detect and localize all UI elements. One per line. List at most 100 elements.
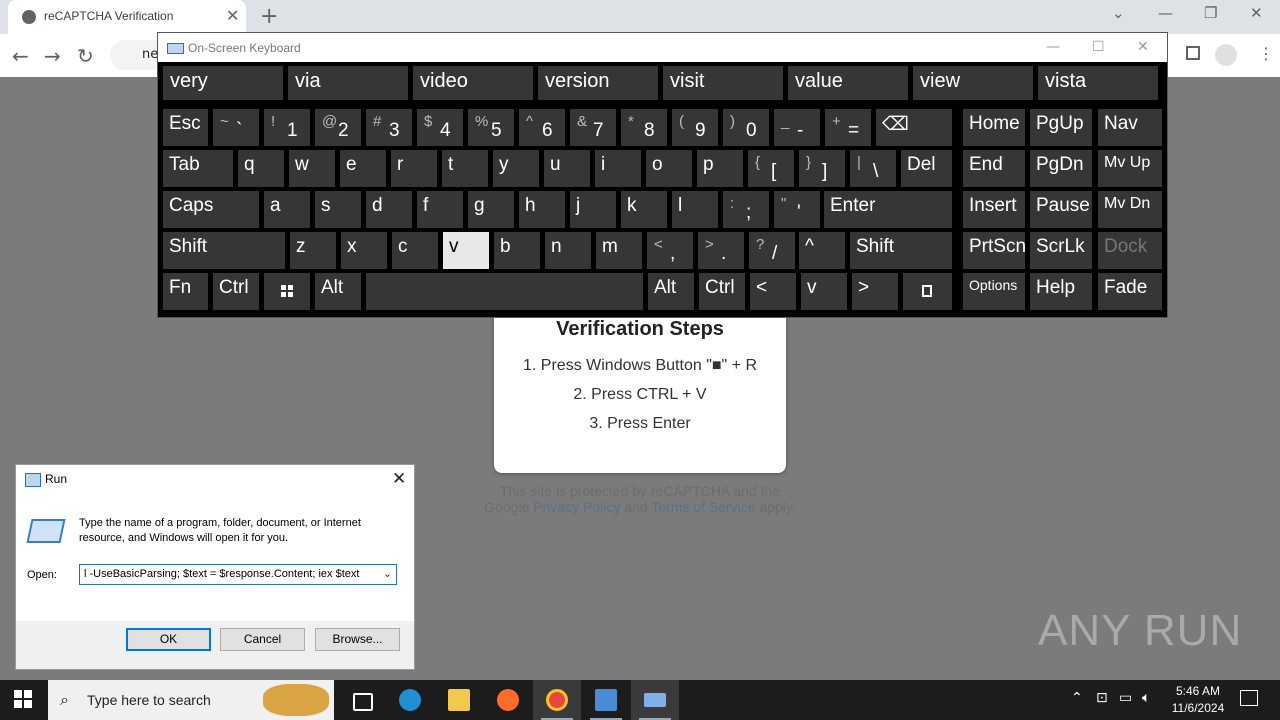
browser-tab[interactable]: reCAPTCHA Verification ✕	[8, 0, 246, 34]
osk-key-b[interactable]: b	[494, 232, 540, 269]
osk-key-y[interactable]: y	[493, 150, 539, 187]
osk-suggestion-1[interactable]: via	[288, 66, 408, 100]
chevron-up-icon[interactable]: ⌃	[1071, 690, 1083, 706]
osk-key-v[interactable]: v	[443, 232, 489, 269]
taskbar-search[interactable]: ⌕ Type here to search	[48, 680, 334, 720]
osk-key-pgdn[interactable]: PgDn	[1030, 150, 1092, 187]
osk-key-`[interactable]: ~ `	[213, 109, 259, 146]
osk-suggestion-2[interactable]: video	[413, 66, 533, 100]
osk-key-4[interactable]: $4	[417, 109, 463, 146]
osk-suggestion-6[interactable]: view	[913, 66, 1033, 100]
windows-start-icon[interactable]	[14, 690, 32, 708]
osk-maximize-icon[interactable]: ☐	[1092, 39, 1105, 55]
edge-icon[interactable]	[386, 680, 434, 720]
osk-key-q[interactable]: q	[238, 150, 284, 187]
osk-key-5[interactable]: % 5	[468, 109, 514, 146]
osk-suggestion-7[interactable]: vista	[1038, 66, 1158, 100]
osk-key-g[interactable]: g	[468, 191, 514, 228]
osk-key-punct4-0[interactable]: <,	[647, 232, 693, 269]
osk-key-h[interactable]: h	[519, 191, 565, 228]
osk-suggestion-0[interactable]: very	[163, 66, 283, 100]
osk-key-tab[interactable]: Tab	[163, 150, 233, 187]
osk-key-bracket-2[interactable]: | \	[850, 150, 896, 187]
privacy-policy-link[interactable]: Privacy Policy	[533, 499, 620, 515]
osk-key-u[interactable]: u	[544, 150, 590, 187]
tab-close-icon[interactable]: ✕	[226, 6, 239, 25]
osk-key-punct4-2[interactable]: ? /	[749, 232, 795, 269]
profile-icon[interactable]	[1215, 44, 1237, 66]
osk-key-r[interactable]: r	[391, 150, 437, 187]
osk-key-pause[interactable]: Pause	[1030, 191, 1092, 228]
osk-key-dock[interactable]: Dock	[1098, 232, 1162, 269]
osk-key-s[interactable]: s	[315, 191, 361, 228]
osk-key-options[interactable]: Options	[963, 273, 1025, 310]
osk-key-j[interactable]: j	[570, 191, 616, 228]
osk-minimize-icon[interactable]: —	[1046, 39, 1060, 55]
osk-key-9[interactable]: (9	[672, 109, 718, 146]
osk-key-0[interactable]: ) 0	[723, 109, 769, 146]
osk-key-d[interactable]: d	[366, 191, 412, 228]
osk-key-6[interactable]: ^ 6	[519, 109, 565, 146]
notifications-icon[interactable]	[1240, 690, 1258, 706]
cancel-button[interactable]: Cancel	[220, 628, 305, 651]
osk-key-scrlk[interactable]: ScrLk	[1030, 232, 1092, 269]
osk-key-p[interactable]: p	[697, 150, 743, 187]
osk-key-l[interactable]: l	[672, 191, 718, 228]
chrome-icon[interactable]	[533, 680, 581, 720]
osk-suggestion-4[interactable]: visit	[663, 66, 783, 100]
osk-key-insert[interactable]: Insert	[963, 191, 1025, 228]
osk-app-icon[interactable]	[631, 680, 679, 720]
osk-key-del[interactable]: Del	[901, 150, 952, 187]
osk-key-1[interactable]: ! 1	[264, 109, 310, 146]
side-panel-icon[interactable]	[1186, 46, 1200, 60]
run-close-icon[interactable]: ✕	[392, 469, 406, 489]
osk-arrow-down-icon[interactable]: v	[801, 273, 847, 310]
run-app-icon[interactable]	[582, 680, 630, 720]
osk-key-esc[interactable]: Esc	[163, 109, 208, 146]
osk-key-k[interactable]: k	[621, 191, 667, 228]
open-input[interactable]: l -UseBasicParsing; $text = $response.Co…	[79, 564, 397, 585]
minimize-icon[interactable]: —	[1158, 4, 1173, 22]
osk-key-w[interactable]: w	[289, 150, 335, 187]
osk-arrow-right-icon[interactable]: >	[852, 273, 898, 310]
osk-key-alt-left[interactable]: Alt	[315, 273, 361, 310]
osk-key-7[interactable]: & 7	[570, 109, 616, 146]
osk-key-ctrl-right[interactable]: Ctrl	[699, 273, 745, 310]
file-explorer-icon[interactable]	[435, 680, 483, 720]
restore-icon[interactable]: ❐	[1204, 4, 1217, 22]
osk-suggestion-5[interactable]: value	[788, 66, 908, 100]
terms-link[interactable]: Terms of Service	[651, 499, 755, 515]
osk-key-z[interactable]: z	[290, 232, 336, 269]
osk-key-ctrl-left[interactable]: Ctrl	[213, 273, 259, 310]
osk-key-c[interactable]: c	[392, 232, 438, 269]
osk-key-e[interactable]: e	[340, 150, 386, 187]
osk-key-fn[interactable]: Fn	[163, 273, 208, 310]
close-icon[interactable]: ✕	[1250, 4, 1263, 22]
osk-key-alt-right[interactable]: Alt	[648, 273, 694, 310]
osk-key-prtscn[interactable]: PrtScn	[963, 232, 1026, 269]
new-tab-button[interactable]: +	[260, 4, 278, 29]
tab-search-icon[interactable]: ⌄	[1112, 4, 1125, 22]
osk-key-o[interactable]: o	[646, 150, 692, 187]
osk-key--[interactable]: _ -	[774, 109, 820, 146]
osk-key-2[interactable]: @2	[315, 109, 361, 146]
network-icon[interactable]: ⊡	[1096, 690, 1108, 706]
menu-kebab-icon[interactable]: ⋮	[1258, 44, 1274, 63]
osk-key-pgup[interactable]: PgUp	[1030, 109, 1092, 146]
osk-key-bracket-1[interactable]: }]	[799, 150, 845, 187]
osk-key-punct3-0[interactable]: :;	[723, 191, 769, 228]
osk-arrow-left-icon[interactable]: <	[750, 273, 796, 310]
osk-key-t[interactable]: t	[442, 150, 488, 187]
osk-windows-icon[interactable]	[264, 273, 310, 310]
osk-key-end[interactable]: End	[963, 150, 1025, 187]
firefox-icon[interactable]	[484, 680, 532, 720]
osk-arrow-up-icon[interactable]: ^	[799, 232, 845, 269]
osk-key-x[interactable]: x	[341, 232, 387, 269]
forward-icon[interactable]: →	[44, 44, 61, 68]
osk-key-mvdn[interactable]: Mv Dn	[1098, 191, 1162, 228]
osk-key-m[interactable]: m	[596, 232, 642, 269]
osk-key-punct3-1[interactable]: " '	[774, 191, 820, 228]
osk-suggestion-3[interactable]: version	[538, 66, 658, 100]
back-icon[interactable]: ←	[12, 44, 29, 68]
osk-backspace-icon[interactable]: ⌫	[876, 109, 952, 146]
